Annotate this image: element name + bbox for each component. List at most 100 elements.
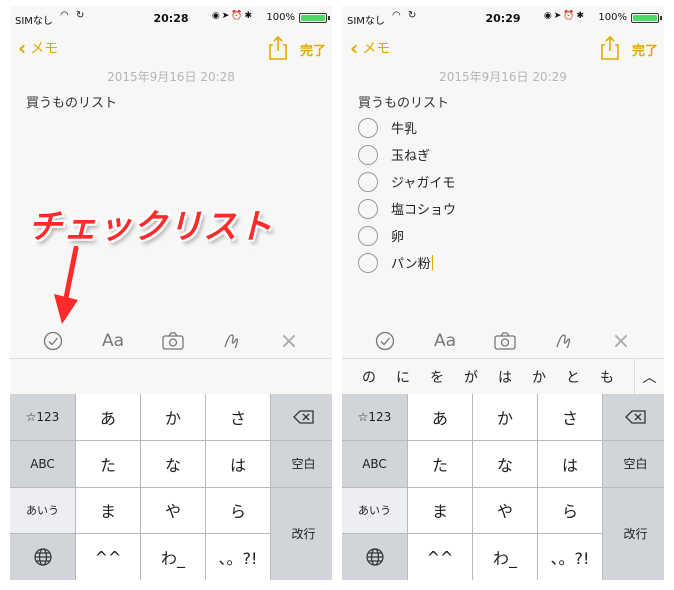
key-ya[interactable]: や [141, 487, 205, 534]
sketch-squiggle-icon [224, 334, 239, 349]
camera-button[interactable] [492, 328, 518, 354]
key-enter[interactable]: 改行 [271, 487, 332, 580]
suggestion-item[interactable]: と [556, 367, 590, 387]
key-ra[interactable]: ら [538, 487, 602, 534]
kana-keyboard: ☆123 あ か さ ABC た な は 空白 あいう ま や ら 改行 ^^ … [342, 394, 664, 580]
key-abc[interactable]: ABC [10, 440, 75, 487]
key-numbers[interactable]: ☆123 [10, 394, 75, 440]
checklist-item[interactable]: 塩コショウ [358, 195, 456, 222]
key-ha[interactable]: は [206, 440, 270, 487]
key-ka[interactable]: か [473, 394, 537, 440]
checklist-button[interactable] [372, 328, 398, 354]
key-ta[interactable]: た [408, 440, 472, 487]
checklist-item-label: 卵 [391, 230, 405, 245]
suggestion-item[interactable]: も [590, 367, 624, 387]
key-globe[interactable] [342, 534, 407, 580]
done-button[interactable]: 完了 [300, 40, 326, 59]
key-numbers[interactable]: ☆123 [342, 394, 407, 440]
battery-percent: 100% [266, 12, 295, 23]
key-globe[interactable] [10, 534, 75, 580]
key-kaomoji[interactable]: ^^ [408, 534, 472, 580]
suggestion-item[interactable]: か [522, 367, 556, 387]
note-body-title[interactable]: 買うものリスト [358, 92, 449, 111]
checklist-item[interactable]: 玉ねぎ [358, 141, 456, 168]
unchecked-circle-icon[interactable] [358, 198, 378, 219]
globe-icon [33, 548, 52, 566]
camera-button[interactable] [160, 328, 186, 354]
key-kana[interactable]: あいう [342, 487, 407, 534]
key-space[interactable]: 空白 [271, 440, 332, 487]
key-ya[interactable]: や [473, 487, 537, 534]
suggestion-item[interactable]: は [488, 367, 522, 387]
battery-percent: 100% [598, 12, 627, 23]
sketch-button[interactable] [550, 328, 576, 354]
close-button[interactable]: × [608, 328, 634, 354]
key-wa[interactable]: わ_ [473, 534, 537, 580]
key-ma[interactable]: ま [408, 487, 472, 534]
back-button[interactable]: ‹ メモ [350, 38, 390, 58]
format-button[interactable]: Aa [432, 328, 458, 354]
key-space[interactable]: 空白 [603, 440, 664, 487]
unchecked-circle-icon[interactable] [358, 225, 378, 246]
back-button[interactable]: ‹ メモ [18, 38, 58, 58]
back-label: メモ [30, 41, 59, 57]
note-body-title[interactable]: 買うものリスト [26, 92, 117, 111]
format-button[interactable]: Aa [100, 328, 126, 354]
suggestion-bar-empty [10, 358, 332, 394]
backspace-key[interactable] [603, 394, 664, 440]
checklist-item[interactable]: 卵 [358, 222, 456, 249]
key-punctuation[interactable]: 、。?! [538, 534, 602, 580]
key-na[interactable]: な [141, 440, 205, 487]
camera-icon [162, 332, 184, 350]
phone-screen-left: SIMなし ◠ ↻ 20:28 ◉➤⏰✱ 100% ‹ メモ 完了 2015年9… [10, 6, 332, 580]
key-kaomoji[interactable]: ^^ [76, 534, 140, 580]
key-ta[interactable]: た [76, 440, 140, 487]
share-button[interactable] [596, 34, 624, 62]
key-ra[interactable]: ら [206, 487, 270, 534]
sketch-button[interactable] [218, 328, 244, 354]
key-na[interactable]: な [473, 440, 537, 487]
key-ma[interactable]: ま [76, 487, 140, 534]
annotation-arrow-icon [54, 246, 79, 324]
close-button[interactable]: × [276, 328, 302, 354]
unchecked-circle-icon[interactable] [358, 171, 378, 192]
key-enter[interactable]: 改行 [603, 487, 664, 580]
key-a[interactable]: あ [76, 394, 140, 440]
checklist-item-label: パン粉 [391, 257, 431, 272]
key-punctuation[interactable]: 、。?! [206, 534, 270, 580]
key-ka[interactable]: か [141, 394, 205, 440]
checkmark-circle-icon [43, 331, 63, 351]
system-status-icons: ◉➤⏰✱ [211, 11, 254, 21]
status-bar: SIMなし ◠ ↻ 20:28 ◉➤⏰✱ 100% [10, 6, 332, 28]
note-date: 2015年9月16日 20:29 [439, 70, 567, 84]
battery-icon [631, 13, 662, 23]
backspace-key[interactable] [271, 394, 332, 440]
close-icon: × [279, 328, 299, 354]
checklist-item[interactable]: パン粉 [358, 249, 456, 276]
suggestion-item[interactable]: が [454, 367, 488, 387]
unchecked-circle-icon[interactable] [358, 144, 378, 165]
suggestion-item[interactable]: の [352, 367, 386, 387]
checklist-item[interactable]: 牛乳 [358, 114, 456, 141]
checklist-item-label: ジャガイモ [391, 176, 456, 191]
unchecked-circle-icon[interactable] [358, 252, 378, 273]
key-abc[interactable]: ABC [342, 440, 407, 487]
suggestion-item[interactable]: に [386, 367, 420, 387]
key-wa[interactable]: わ_ [141, 534, 205, 580]
kana-keyboard: ☆123 あ か さ ABC た な は 空白 あいう ま や ら 改行 ^^ … [10, 394, 332, 580]
key-sa[interactable]: さ [538, 394, 602, 440]
note-toolbar: Aa × [10, 324, 332, 358]
done-button[interactable]: 完了 [632, 40, 658, 59]
checklist-button[interactable] [40, 328, 66, 354]
share-button[interactable] [264, 34, 292, 62]
checklist-item-label: 塩コショウ [391, 203, 457, 218]
expand-suggestions-icon[interactable]: ︿ [634, 359, 664, 395]
checklist-item[interactable]: ジャガイモ [358, 168, 456, 195]
suggestion-item[interactable]: を [420, 367, 454, 387]
key-sa[interactable]: さ [206, 394, 270, 440]
backspace-icon [292, 410, 314, 424]
key-kana[interactable]: あいう [10, 487, 75, 534]
key-a[interactable]: あ [408, 394, 472, 440]
key-ha[interactable]: は [538, 440, 602, 487]
unchecked-circle-icon[interactable] [358, 117, 378, 138]
